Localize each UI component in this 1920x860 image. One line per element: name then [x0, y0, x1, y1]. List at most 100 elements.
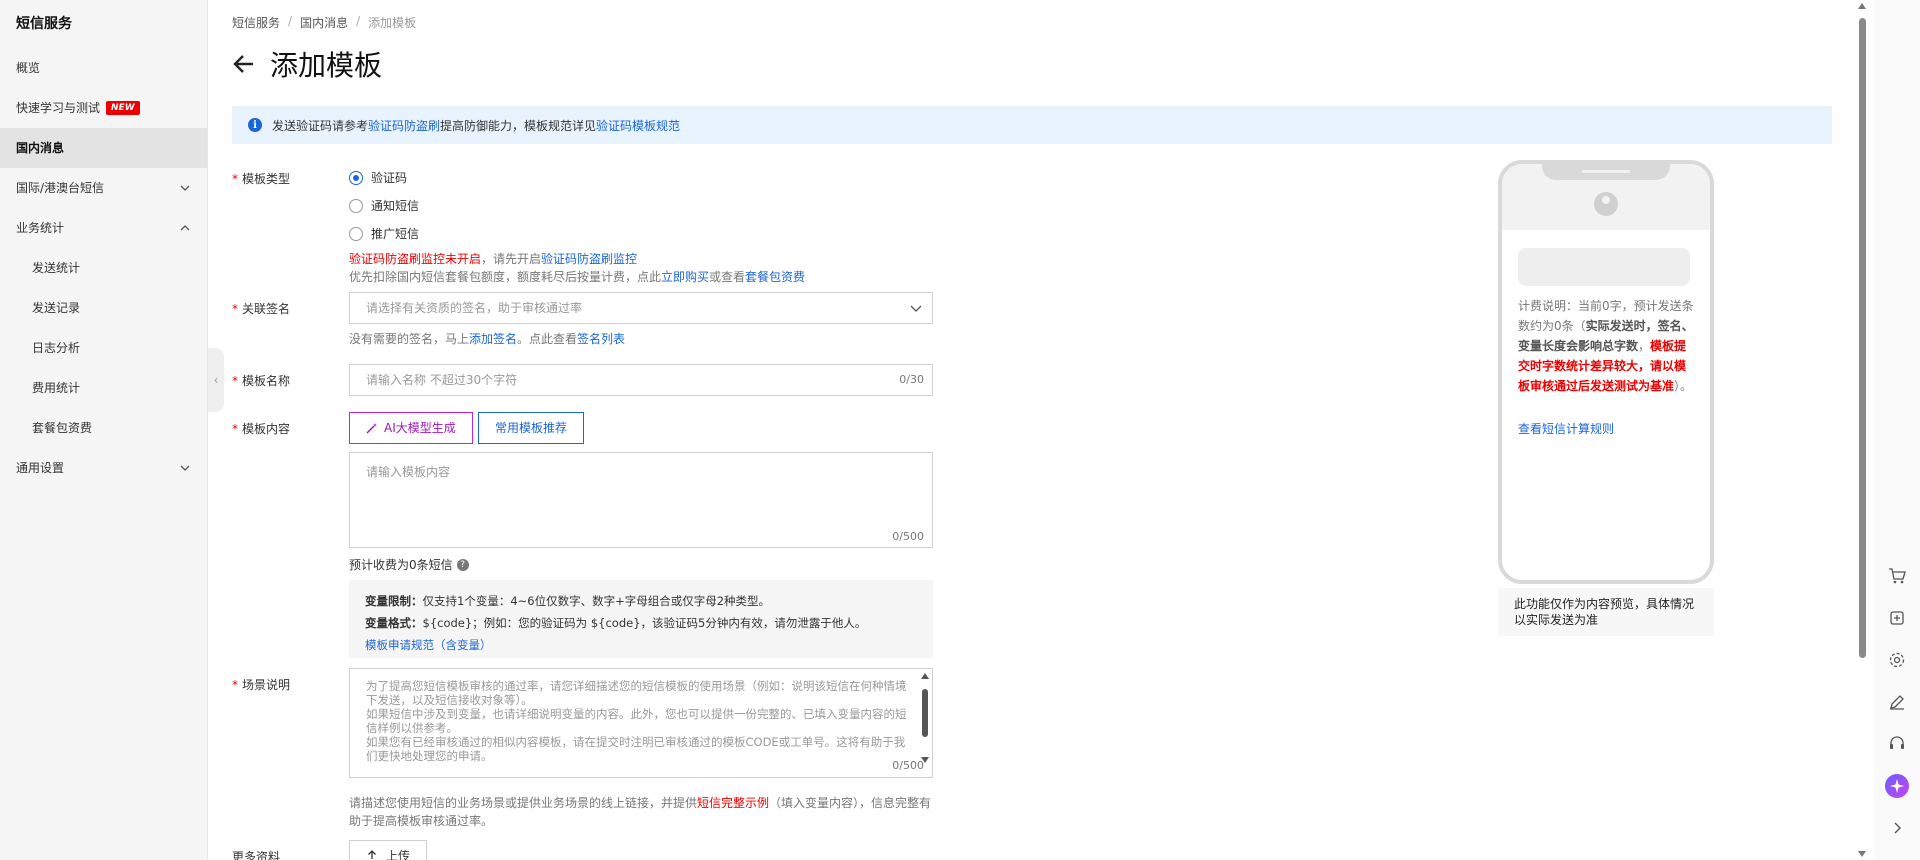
- breadcrumb-separator: /: [356, 14, 361, 28]
- anti-fraud-link[interactable]: 验证码防盗刷: [368, 117, 440, 134]
- sidebar-item-overview[interactable]: 概览: [0, 48, 207, 88]
- notice-banner: i 发送验证码请参考 验证码防盗刷 提高防御能力，模板规范详见 验证码模板规范: [232, 106, 1832, 144]
- template-type-label: * 模板类型: [232, 172, 291, 186]
- ai-assistant-icon[interactable]: [1885, 774, 1909, 798]
- scene-help: 请描述您使用短信的业务场景或提供业务场景的线上链接，并提供短信完整示例（填入变量…: [349, 796, 932, 828]
- message-bubble: [1518, 248, 1690, 286]
- placeholder-line: 为了提高您短信模板审核的通过率，请您详细描述您的短信模板的使用场景（例如：说明该…: [366, 679, 907, 707]
- sidebar-item-domestic[interactable]: 国内消息: [0, 128, 207, 168]
- sidebar-item-general-settings[interactable]: 通用设置: [0, 448, 207, 488]
- radio-label: 验证码: [371, 171, 408, 185]
- common-templates-button[interactable]: 常用模板推荐: [478, 412, 585, 444]
- new-badge: NEW: [106, 101, 140, 115]
- sidebar-item-package-fees[interactable]: 套餐包资费: [0, 408, 207, 448]
- anti-fraud-warning: 验证码防盗刷监控未开启，请先开启验证码防盗刷监控: [349, 252, 638, 266]
- sidebar-collapse-handle[interactable]: ‹: [208, 348, 224, 412]
- sidebar-title: 短信服务: [16, 16, 72, 32]
- char-counter: 0/30: [899, 373, 924, 386]
- signature-select[interactable]: 请选择有关资质的签名，助于审核通过率: [349, 292, 933, 324]
- radio-label: 通知短信: [371, 199, 420, 213]
- phone-preview: 计费说明：当前0字，预计发送条数约为0条（实际发送时，签名、变量长度会影响总字数…: [1498, 160, 1714, 584]
- chevron-down-icon: [180, 185, 190, 191]
- sms-example-highlight: 短信完整示例: [697, 796, 770, 810]
- sidebar-item-label: 快速学习与测试: [16, 101, 101, 115]
- radio-button[interactable]: [349, 198, 363, 213]
- sidebar-item-label: 业务统计: [16, 221, 65, 235]
- upload-button[interactable]: 上传: [349, 840, 428, 860]
- add-signature-link[interactable]: 添加签名: [469, 332, 517, 346]
- info-icon: i: [248, 118, 262, 132]
- radio-notification[interactable]: 通知短信: [349, 197, 419, 214]
- chevron-down-icon: [910, 305, 922, 312]
- radio-promotion[interactable]: 推广短信: [349, 225, 419, 242]
- scene-textarea[interactable]: 为了提高您短信模板审核的通过率，请您详细描述您的短信模板的使用场景（例如：说明该…: [349, 668, 933, 778]
- preview-disclaimer: 此功能仅作为内容预览，具体情况以实际发送为准: [1498, 588, 1714, 636]
- placeholder-line: 如果您有已经审核通过的相似内容模板，请在提交时注明已审核通过的模板CODE或工单…: [366, 735, 906, 763]
- template-name-input[interactable]: 请输入名称 不超过30个字符 0/30: [349, 364, 933, 396]
- radio-button[interactable]: [349, 170, 363, 185]
- char-counter: 0/500: [892, 759, 924, 772]
- breadcrumb: 短信服务 / 国内消息 / 添加模板: [232, 14, 416, 31]
- sidebar-item-business-stats[interactable]: 业务统计: [0, 208, 207, 248]
- signature-help: 没有需要的签名，马上添加签名。点此查看签名列表: [349, 332, 626, 346]
- back-arrow-icon[interactable]: [232, 52, 256, 76]
- signature-list-link[interactable]: 签名列表: [577, 332, 625, 346]
- variable-format: 变量格式：${code}；例如：您的验证码为 ${code}，该验证码5分钟内有…: [365, 616, 867, 630]
- sidebar-item-label: 发送记录: [32, 301, 81, 315]
- avatar-icon: [1594, 192, 1618, 216]
- chevron-left-icon: ‹: [213, 373, 219, 387]
- ai-generate-button[interactable]: AI大模型生成: [349, 412, 473, 444]
- radio-verification-code[interactable]: 验证码: [349, 169, 407, 186]
- chevron-up-icon: [180, 225, 190, 231]
- notice-text: 提高防御能力，模板规范详见: [440, 118, 597, 133]
- sidebar-item-quick-start[interactable]: 快速学习与测试 NEW: [0, 88, 207, 128]
- breadcrumb-item[interactable]: 国内消息: [300, 14, 348, 31]
- magic-wand-icon: [366, 423, 377, 434]
- help-icon[interactable]: ?: [456, 558, 469, 571]
- sidebar-item-label: 日志分析: [32, 341, 81, 355]
- sidebar-item-international[interactable]: 国际/港澳台短信: [0, 168, 207, 208]
- variable-rules-box: 变量限制：仅支持1个变量：4~6位仅数字、数字+字母组合或仅字母2种类型。 变量…: [349, 580, 933, 658]
- placeholder-line: 如果短信中涉及到变量，也请详细说明变量的内容。此外，您也可以提供一份完整的、已填…: [366, 707, 907, 735]
- char-counter: 0/500: [892, 530, 924, 543]
- page-header: 添加模板: [232, 44, 382, 84]
- template-content-textarea[interactable]: 请输入模板内容 0/500: [349, 452, 933, 548]
- fee-estimate: 预计收费为0条短信?: [349, 556, 469, 573]
- expand-icon[interactable]: [1885, 816, 1909, 840]
- tool-column: [1874, 0, 1920, 860]
- phone-header: [1502, 164, 1710, 230]
- breadcrumb-item[interactable]: 短信服务: [232, 14, 280, 31]
- radio-button[interactable]: [349, 226, 363, 241]
- chevron-down-icon: [180, 465, 190, 471]
- template-spec-link[interactable]: 验证码模板规范: [596, 117, 680, 134]
- package-fees-link[interactable]: 套餐包资费: [745, 270, 805, 284]
- buy-now-link[interactable]: 立即购买: [661, 270, 709, 284]
- billing-note: 计费说明：当前0字，预计发送条数约为0条（实际发送时，签名、变量长度会影响总字数…: [1518, 299, 1694, 393]
- api-icon[interactable]: [1885, 606, 1909, 630]
- scene-label: * 场景说明: [232, 678, 291, 692]
- phone-notch: [1542, 164, 1670, 180]
- signature-label: * 关联签名: [232, 302, 291, 316]
- sidebar-item-log-analysis[interactable]: 日志分析: [0, 328, 207, 368]
- enable-monitoring-link[interactable]: 验证码防盗刷监控: [541, 252, 637, 266]
- template-name-label: * 模板名称: [232, 374, 291, 388]
- sms-calc-rules-link[interactable]: 查看短信计算规则: [1518, 420, 1614, 437]
- breadcrumb-current: 添加模板: [368, 16, 417, 30]
- template-spec-variables-link[interactable]: 模板申请规范（含变量）: [365, 638, 492, 652]
- sidebar-item-label: 套餐包资费: [32, 421, 93, 435]
- sidebar-item-send-records[interactable]: 发送记录: [0, 288, 207, 328]
- sidebar-item-cost-stats[interactable]: 费用统计: [0, 368, 207, 408]
- sidebar-item-send-stats[interactable]: 发送统计: [0, 248, 207, 288]
- cart-icon[interactable]: [1885, 564, 1909, 588]
- edit-icon[interactable]: [1885, 690, 1909, 714]
- variable-limit: 变量限制：仅支持1个变量：4~6位仅数字、数字+字母组合或仅字母2种类型。: [365, 594, 771, 608]
- support-icon[interactable]: [1885, 732, 1909, 756]
- sidebar-item-label: 通用设置: [16, 461, 65, 475]
- page-scrollbar[interactable]: [1856, 0, 1868, 860]
- gear-icon[interactable]: [1885, 648, 1909, 672]
- template-content-label: * 模板内容: [232, 422, 291, 436]
- sidebar-item-label: 国内消息: [16, 141, 65, 155]
- sidebar-item-label: 费用统计: [32, 381, 81, 395]
- sidebar-item-label: 概览: [16, 61, 41, 75]
- more-materials-label: 更多资料: [232, 850, 281, 860]
